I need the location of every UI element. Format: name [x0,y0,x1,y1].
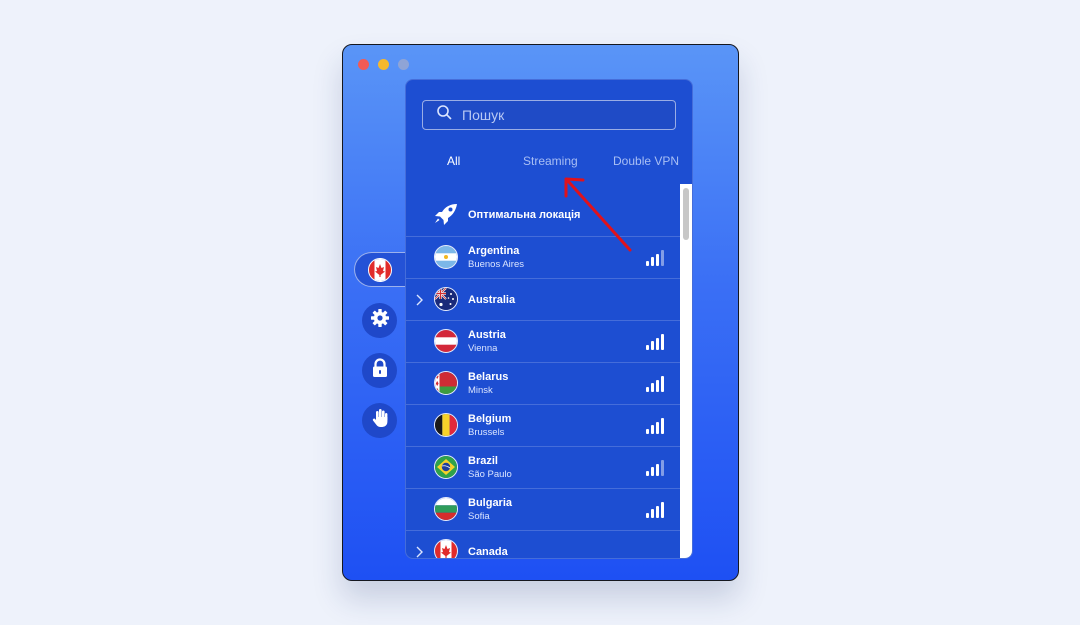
tab-double-vpn[interactable]: Double VPN [613,154,679,168]
location-row-belgium[interactable]: Belgium Brussels [406,405,680,447]
austria-flag-icon [434,329,458,353]
list-scrollbar[interactable] [680,184,692,558]
location-country: Belgium [468,413,512,425]
argentina-flag-icon [434,245,458,269]
search-box[interactable] [422,100,676,130]
location-country: Brazil [468,455,498,467]
window-minimize-button[interactable] [378,59,389,70]
location-row-austria[interactable]: Austria Vienna [406,321,680,363]
belarus-flag-icon [434,371,458,395]
sidebar-security-button[interactable] [362,353,397,388]
location-list: Оптимальна локація Argentina Buenos Aire… [406,194,680,558]
location-city: São Paulo [468,469,512,480]
location-country: Belarus [468,371,509,383]
optimal-location-label: Оптимальна локація [468,209,581,221]
location-country: Bulgaria [468,497,513,509]
location-city: Minsk [468,385,493,396]
location-row-canada[interactable]: Canada [406,531,680,558]
location-city: Sofia [468,511,490,522]
location-city: Buenos Aires [468,259,524,270]
hand-icon [371,408,389,433]
bulgaria-flag-icon [434,497,458,521]
location-country: Canada [468,546,508,558]
location-country: Australia [468,294,516,306]
signal-strength-icon [646,250,664,266]
tab-streaming[interactable]: Streaming [523,154,578,168]
location-city: Brussels [468,427,505,438]
signal-strength-icon [646,502,664,518]
location-row-belarus[interactable]: Belarus Minsk [406,363,680,405]
filter-tabs: All Streaming Double VPN [406,154,692,174]
canada-flag-icon [434,539,458,558]
sidebar-block-button[interactable] [362,403,397,438]
lock-icon [371,358,389,383]
scrollbar-thumb[interactable] [683,188,689,240]
search-icon [437,105,452,125]
location-row-argentina[interactable]: Argentina Buenos Aires [406,237,680,279]
window-close-button[interactable] [358,59,369,70]
location-city: Vienna [468,343,498,354]
sidebar-settings-button[interactable] [362,303,397,338]
australia-flag-icon [434,287,458,311]
window-maximize-button[interactable] [398,59,409,70]
chevron-right-icon[interactable] [415,293,423,311]
location-country: Austria [468,329,506,341]
signal-strength-icon [646,460,664,476]
signal-strength-icon [646,334,664,350]
signal-strength-icon [646,418,664,434]
location-row-australia[interactable]: Australia [406,279,680,321]
optimal-location-row[interactable]: Оптимальна локація [406,194,680,237]
location-row-bulgaria[interactable]: Bulgaria Sofia [406,489,680,531]
canada-flag-icon [368,257,392,282]
tab-all[interactable]: All [447,154,460,168]
app-window: All Streaming Double VPN Оптимальна лока… [342,44,739,581]
gear-icon [370,308,390,333]
belgium-flag-icon [434,413,458,437]
signal-strength-icon [646,376,664,392]
location-country: Argentina [468,245,520,257]
chevron-right-icon[interactable] [415,545,423,558]
location-row-brazil[interactable]: Brazil São Paulo [406,447,680,489]
rocket-icon [433,203,459,230]
locations-panel: All Streaming Double VPN Оптимальна лока… [405,79,693,559]
search-input[interactable] [460,106,664,124]
brazil-flag-icon [434,455,458,479]
